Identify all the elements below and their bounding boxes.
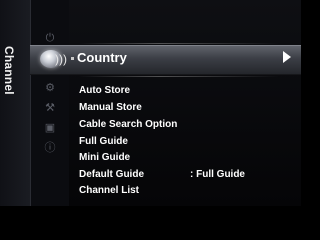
menu-item-channel-list[interactable]: Channel List — [79, 185, 139, 196]
default-guide-value: : Full Guide — [190, 169, 245, 180]
menu-item-auto-store[interactable]: Auto Store — [79, 85, 130, 96]
menu-item-default-guide[interactable]: Default Guide — [79, 169, 144, 180]
selected-row-highlight[interactable] — [30, 45, 301, 75]
channel-side-tab[interactable]: Channel — [0, 0, 31, 206]
menu-item-manual-store[interactable]: Manual Store — [79, 102, 142, 113]
signal-waves-icon: ))) — [55, 52, 67, 66]
power-icon[interactable]: ⏻ — [41, 31, 59, 45]
tools-icon[interactable]: ⚒ — [41, 101, 59, 115]
menu-item-cable-search-option[interactable]: Cable Search Option — [79, 119, 177, 130]
picture-icon[interactable]: ▣ — [41, 121, 59, 135]
menu-item-mini-guide[interactable]: Mini Guide — [79, 152, 130, 163]
separator-bottom — [79, 76, 279, 77]
channel-menu-screen: Channel ⏻ ⚙ ⚒ ▣ ⓘ ))) Country Auto Store… — [0, 0, 301, 206]
submenu-arrow-icon[interactable] — [283, 51, 291, 63]
menu-icon-column: ⏻ ⚙ ⚒ ▣ ⓘ — [31, 0, 69, 206]
selection-dot — [71, 57, 74, 60]
country-menu-item[interactable]: Country — [77, 50, 127, 65]
side-tab-label: Channel — [2, 46, 16, 95]
separator-top — [79, 43, 279, 44]
gear-icon[interactable]: ⚙ — [41, 81, 59, 95]
menu-item-full-guide[interactable]: Full Guide — [79, 136, 128, 147]
help-icon[interactable]: ⓘ — [41, 141, 59, 155]
